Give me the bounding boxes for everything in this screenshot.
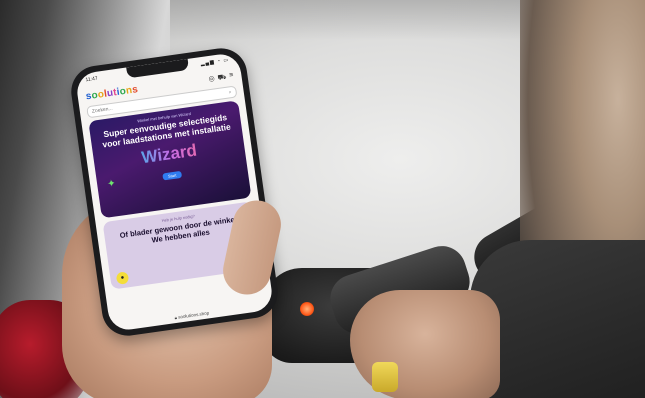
menu-icon[interactable]: ≡ — [229, 71, 234, 80]
header-icons: ◎ ⛟ ≡ — [208, 71, 234, 83]
smartphone: 11:47 ▂▄▆ ◔ ▭ soolutions ◎ ⛟ ≡ Zoeken...… — [67, 45, 282, 339]
lock-icon: 🔒︎ — [174, 314, 178, 321]
status-icons: ▂▄▆ ◔ ▭ — [200, 57, 230, 68]
sparkle-icon: ✦ — [106, 178, 117, 191]
wizard-card[interactable]: Winkel met behulp van Wizard Super eenvo… — [88, 100, 252, 219]
account-icon[interactable]: ◎ — [208, 74, 215, 84]
url-text: soolutions.shop — [177, 310, 210, 320]
cart-icon[interactable]: ⛟ — [217, 72, 227, 82]
status-time: 11:47 — [85, 75, 99, 84]
charging-indicator-light — [300, 302, 314, 316]
plug-handle — [372, 362, 398, 392]
chat-icon[interactable]: ● — [115, 271, 130, 285]
photo-scene: 11:47 ▂▄▆ ◔ ▭ soolutions ◎ ⛟ ≡ Zoeken...… — [0, 0, 645, 398]
start-button[interactable]: Start — [162, 170, 182, 181]
search-icon[interactable]: ⌕ — [228, 89, 232, 95]
search-placeholder: Zoeken... — [91, 105, 114, 115]
